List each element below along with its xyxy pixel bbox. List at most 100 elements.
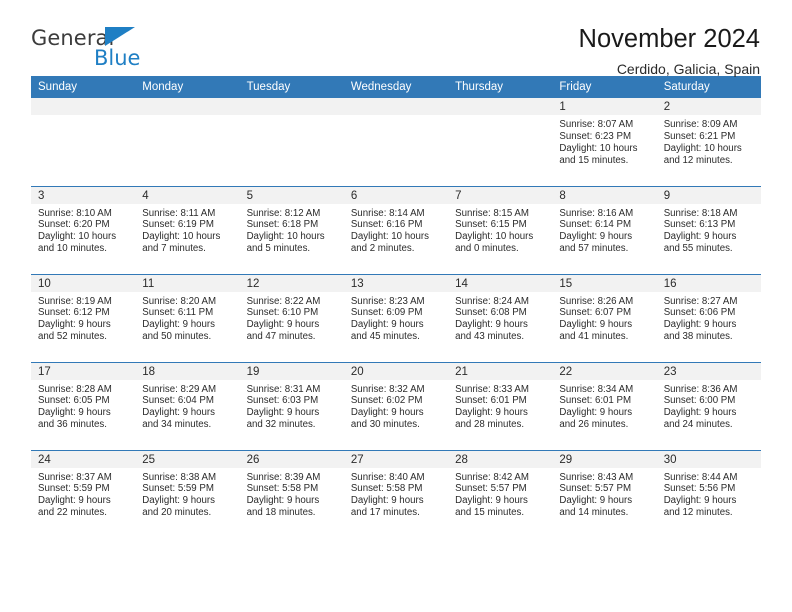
- day-info: Sunrise: 8:29 AM Sunset: 6:04 PM Daylight:…: [135, 380, 239, 432]
- day-info: Sunrise: 8:42 AM Sunset: 5:57 PM Daylight:…: [448, 468, 552, 520]
- day-number: [448, 98, 553, 115]
- day-info: Sunrise: 8:39 AM Sunset: 5:58 PM Daylight:…: [240, 468, 344, 520]
- day-info: Sunrise: 8:27 AM Sunset: 6:06 PM Daylight:…: [657, 292, 761, 344]
- daylight-text-line2: and 55 minutes.: [663, 243, 733, 255]
- sunrise-text: Sunrise: 8:26 AM: [559, 295, 634, 307]
- day-number: 10: [31, 274, 136, 292]
- sunrise-text: Sunrise: 8:18 AM: [663, 207, 738, 219]
- day-info: Sunrise: 8:44 AM Sunset: 5:56 PM Daylight:…: [657, 468, 761, 520]
- sunset-text: Sunset: 6:15 PM: [455, 219, 527, 231]
- daylight-text-line2: and 28 minutes.: [455, 419, 525, 431]
- calendar-week-row: 3 Sunrise: 8:10 AM Sunset: 6:20 PM Daylight…: [31, 185, 761, 274]
- daylight-text-line1: Daylight: 9 hours: [246, 495, 320, 507]
- calendar-day-cell[interactable]: 9 Sunrise: 8:18 AM Sunset: 6:13 PM Daylight…: [656, 185, 761, 274]
- sunset-text: Sunset: 6:21 PM: [663, 130, 736, 142]
- day-info: Sunrise: 8:11 AM Sunset: 6:19 PM Daylight:…: [135, 204, 239, 256]
- calendar-day-cell[interactable]: 7 Sunrise: 8:15 AM Sunset: 6:15 PM Daylight…: [448, 185, 553, 274]
- calendar-header-row: Sunday Monday Tuesday Wednesday Thursday…: [31, 76, 761, 98]
- daylight-text-line1: Daylight: 9 hours: [663, 231, 737, 243]
- day-info: Sunrise: 8:43 AM Sunset: 5:57 PM Daylight:…: [552, 468, 656, 520]
- calendar-day-cell[interactable]: 13 Sunrise: 8:23 AM Sunset: 6:09 PM Dayligh…: [343, 273, 449, 362]
- sunset-text: Sunset: 6:05 PM: [38, 395, 110, 407]
- day-info: Sunrise: 8:12 AM Sunset: 6:18 PM Daylight:…: [240, 204, 344, 256]
- sunrise-text: Sunrise: 8:09 AM: [663, 119, 738, 130]
- daylight-text-line2: and 12 minutes.: [663, 507, 733, 519]
- calendar-day-cell[interactable]: 28 Sunrise: 8:42 AM Sunset: 5:57 PM Dayligh…: [448, 449, 553, 538]
- sunrise-text: Sunrise: 8:14 AM: [350, 207, 425, 219]
- day-cell-content: 26 Sunrise: 8:39 AM Sunset: 5:58 PM Dayligh…: [239, 450, 344, 539]
- calendar-week-row: 24 Sunrise: 8:37 AM Sunset: 5:59 PM Dayligh…: [31, 449, 761, 539]
- day-number: [239, 98, 344, 115]
- calendar-day-cell[interactable]: 25 Sunrise: 8:38 AM Sunset: 5:59 PM Dayligh…: [135, 449, 240, 539]
- calendar-day-cell[interactable]: 24 Sunrise: 8:37 AM Sunset: 5:59 PM Dayligh…: [31, 449, 136, 538]
- day-info: Sunrise: 8:15 AM Sunset: 6:15 PM Daylight:…: [448, 204, 552, 256]
- sunrise-text: Sunrise: 8:42 AM: [455, 471, 529, 483]
- day-cell-content: 19 Sunrise: 8:31 AM Sunset: 6:03 PM Dayligh…: [239, 362, 344, 450]
- calendar-day-cell[interactable]: 4 Sunrise: 8:11 AM Sunset: 6:19 PM Daylight…: [135, 185, 240, 274]
- calendar-day-cell[interactable]: 14 Sunrise: 8:24 AM Sunset: 6:08 PM Dayligh…: [448, 273, 553, 362]
- day-cell-content: 1 Sunrise: 8:07 AM Sunset: 6:23 PM Daylight…: [552, 98, 657, 186]
- calendar-day-cell: [135, 98, 240, 186]
- sunrise-text: Sunrise: 8:16 AM: [559, 207, 634, 219]
- day-cell-content: 30 Sunrise: 8:44 AM Sunset: 5:56 PM Dayligh…: [656, 450, 761, 539]
- daylight-text-line1: Daylight: 9 hours: [350, 407, 424, 419]
- day-cell-content: 10 Sunrise: 8:19 AM Sunset: 6:12 PM Dayligh…: [31, 274, 136, 362]
- daylight-text-line2: and 20 minutes.: [142, 507, 212, 519]
- weekday-header-saturday: Saturday: [656, 76, 761, 98]
- sunrise-text: Sunrise: 8:27 AM: [663, 295, 738, 307]
- daylight-text-line2: and 17 minutes.: [350, 507, 420, 519]
- daylight-text-line1: Daylight: 10 hours: [142, 231, 221, 243]
- calendar-day-cell[interactable]: 6 Sunrise: 8:14 AM Sunset: 6:16 PM Daylight…: [343, 185, 449, 274]
- calendar-day-cell[interactable]: 29 Sunrise: 8:43 AM Sunset: 5:57 PM Dayligh…: [552, 449, 657, 538]
- calendar-day-cell[interactable]: 17 Sunrise: 8:28 AM Sunset: 6:05 PM Dayligh…: [31, 361, 136, 450]
- day-cell-content: 9 Sunrise: 8:18 AM Sunset: 6:13 PM Daylight…: [656, 186, 761, 274]
- calendar-day-cell[interactable]: 15 Sunrise: 8:26 AM Sunset: 6:07 PM Dayligh…: [552, 273, 657, 362]
- sunset-text: Sunset: 6:13 PM: [663, 219, 736, 231]
- day-cell-content: 4 Sunrise: 8:11 AM Sunset: 6:19 PM Daylight…: [135, 186, 240, 274]
- sunrise-text: Sunrise: 8:24 AM: [455, 295, 529, 307]
- sunrise-text: Sunrise: 8:31 AM: [246, 383, 321, 395]
- day-info: Sunrise: 8:24 AM Sunset: 6:08 PM Daylight:…: [448, 292, 552, 344]
- calendar-day-cell[interactable]: 18 Sunrise: 8:29 AM Sunset: 6:04 PM Dayligh…: [135, 361, 240, 450]
- calendar-day-cell[interactable]: 5 Sunrise: 8:12 AM Sunset: 6:18 PM Daylight…: [239, 185, 344, 274]
- day-info: Sunrise: 8:26 AM Sunset: 6:07 PM Daylight:…: [552, 292, 656, 344]
- daylight-text-line2: and 38 minutes.: [663, 331, 733, 343]
- calendar-day-cell[interactable]: 3 Sunrise: 8:10 AM Sunset: 6:20 PM Daylight…: [31, 185, 136, 274]
- calendar-day-cell[interactable]: 2 Sunrise: 8:09 AM Sunset: 6:21 PM Daylight…: [656, 98, 761, 186]
- calendar-week-row: 10 Sunrise: 8:19 AM Sunset: 6:12 PM Dayligh…: [31, 273, 761, 362]
- general-blue-logo[interactable]: General Blue: [31, 26, 151, 72]
- day-number: 26: [239, 450, 344, 468]
- calendar-day-cell[interactable]: 30 Sunrise: 8:44 AM Sunset: 5:56 PM Dayligh…: [656, 449, 761, 539]
- calendar-day-cell[interactable]: 8 Sunrise: 8:16 AM Sunset: 6:14 PM Daylight…: [552, 185, 657, 274]
- day-number: 23: [656, 362, 761, 380]
- day-info: Sunrise: 8:19 AM Sunset: 6:12 PM Daylight:…: [31, 292, 135, 344]
- weekday-header-wednesday: Wednesday: [343, 76, 449, 98]
- calendar-day-cell[interactable]: 23 Sunrise: 8:36 AM Sunset: 6:00 PM Dayligh…: [656, 361, 761, 450]
- calendar-day-cell[interactable]: 10 Sunrise: 8:19 AM Sunset: 6:12 PM Dayligh…: [31, 273, 136, 362]
- calendar-day-cell[interactable]: 21 Sunrise: 8:33 AM Sunset: 6:01 PM Dayligh…: [448, 361, 553, 450]
- daylight-text-line2: and 36 minutes.: [38, 419, 107, 431]
- day-cell-content: 25 Sunrise: 8:38 AM Sunset: 5:59 PM Dayligh…: [135, 450, 240, 539]
- sunrise-text: Sunrise: 8:37 AM: [38, 471, 112, 483]
- daylight-text-line2: and 52 minutes.: [38, 331, 107, 343]
- calendar-day-cell[interactable]: 26 Sunrise: 8:39 AM Sunset: 5:58 PM Dayligh…: [239, 449, 344, 539]
- calendar-day-cell[interactable]: 20 Sunrise: 8:32 AM Sunset: 6:02 PM Dayligh…: [343, 361, 449, 450]
- calendar-day-cell[interactable]: 27 Sunrise: 8:40 AM Sunset: 5:58 PM Dayligh…: [343, 449, 449, 538]
- calendar-day-cell[interactable]: 19 Sunrise: 8:31 AM Sunset: 6:03 PM Dayligh…: [239, 361, 344, 450]
- day-info: Sunrise: 8:20 AM Sunset: 6:11 PM Daylight:…: [135, 292, 239, 344]
- calendar-day-cell[interactable]: 12 Sunrise: 8:22 AM Sunset: 6:10 PM Dayligh…: [239, 273, 344, 362]
- day-cell-content: 8 Sunrise: 8:16 AM Sunset: 6:14 PM Daylight…: [552, 186, 657, 274]
- page-subtitle: Cerdido, Galicia, Spain: [616, 60, 760, 77]
- calendar-day-cell[interactable]: 16 Sunrise: 8:27 AM Sunset: 6:06 PM Dayligh…: [656, 273, 761, 362]
- daylight-text-line1: Daylight: 10 hours: [38, 231, 117, 243]
- calendar-day-cell[interactable]: 22 Sunrise: 8:34 AM Sunset: 6:01 PM Dayligh…: [552, 361, 657, 450]
- calendar-day-cell[interactable]: 11 Sunrise: 8:20 AM Sunset: 6:11 PM Dayligh…: [135, 273, 240, 362]
- day-number: 14: [448, 274, 553, 292]
- day-number: 22: [552, 362, 657, 380]
- sunset-text: Sunset: 6:04 PM: [142, 395, 214, 407]
- day-info: Sunrise: 8:22 AM Sunset: 6:10 PM Daylight:…: [240, 292, 344, 344]
- day-cell-content: 6 Sunrise: 8:14 AM Sunset: 6:16 PM Daylight…: [343, 186, 449, 274]
- calendar-day-cell[interactable]: 1 Sunrise: 8:07 AM Sunset: 6:23 PM Daylight…: [552, 98, 657, 186]
- sunrise-text: Sunrise: 8:38 AM: [142, 471, 217, 483]
- day-number: 7: [448, 186, 553, 204]
